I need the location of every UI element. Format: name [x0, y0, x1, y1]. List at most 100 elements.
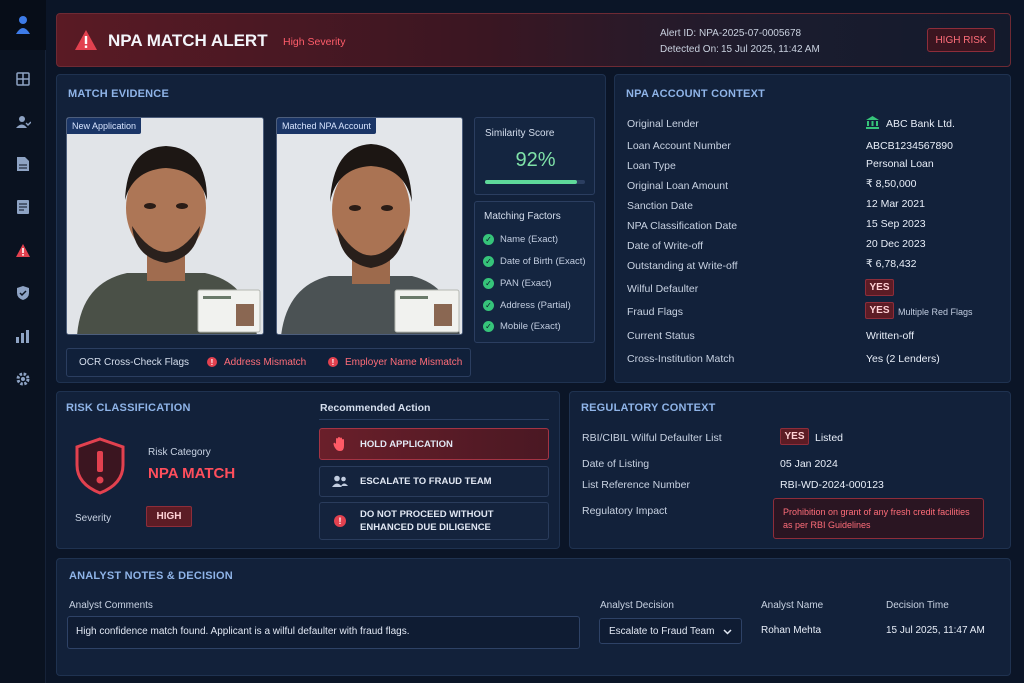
shield-check-icon[interactable] — [0, 278, 46, 308]
loan-type: Personal Loan — [866, 158, 934, 170]
wilful-list-status: Listed — [815, 432, 844, 444]
new-application-tag: New Application — [67, 118, 142, 134]
check-icon: ✓ — [483, 256, 494, 267]
new-application-photo[interactable]: New Application — [66, 117, 264, 335]
context-label: Wilful Defaulter — [627, 283, 699, 295]
check-icon: ✓ — [483, 300, 494, 311]
alert-title: NPA MATCH ALERT — [108, 31, 268, 50]
warning-triangle-icon — [74, 29, 98, 56]
ocr-flags-bar: OCR Cross-Check Flags ! Address Mismatch… — [66, 348, 471, 377]
similarity-card: Similarity Score 92% — [474, 117, 595, 195]
matched-npa-photo[interactable]: Matched NPA Account — [276, 117, 463, 335]
similarity-bar — [485, 180, 585, 184]
due-diligence-line2: ENHANCED DUE DILIGENCE — [360, 522, 491, 533]
decision-value: Escalate to Fraud Team — [609, 625, 715, 637]
app-logo[interactable] — [0, 0, 46, 50]
detected-label: Detected On: — [660, 44, 719, 55]
wilful-list-badge: YES — [780, 428, 809, 445]
matching-factors-title: Matching Factors — [484, 211, 561, 222]
factor-label: Date of Birth (Exact) — [500, 256, 586, 267]
context-label: Sanction Date — [627, 200, 693, 212]
original-loan-amount: ₹ 8,50,000 — [866, 178, 917, 190]
comments-label: Analyst Comments — [69, 600, 153, 611]
listing-date: 05 Jan 2024 — [780, 458, 838, 470]
analyst-comments-input[interactable]: High confidence match found. Applicant i… — [67, 616, 580, 649]
bank-icon — [866, 116, 879, 134]
fraud-flags-badge: YES — [865, 302, 894, 319]
bar-chart-icon[interactable] — [0, 321, 46, 351]
alert-header: NPA MATCH ALERT High Severity Alert ID: … — [56, 13, 1011, 67]
outstanding-amount: ₹ 6,78,432 — [866, 258, 917, 270]
similarity-label: Similarity Score — [485, 128, 555, 139]
decision-time-label: Decision Time — [886, 600, 949, 611]
list-document-icon[interactable] — [0, 192, 46, 222]
context-label: NPA Classification Date — [627, 220, 738, 232]
wilful-defaulter-badge: YES — [865, 279, 894, 296]
sidebar — [0, 0, 46, 683]
due-diligence-text: DO NOT PROCEED WITHOUT ENHANCED DUE DILI… — [360, 508, 494, 534]
write-off-date: 20 Dec 2023 — [866, 238, 926, 250]
hold-application-button[interactable]: HOLD APPLICATION — [319, 428, 549, 460]
check-icon: ✓ — [483, 321, 494, 332]
similarity-score: 92% — [515, 149, 556, 171]
wilful-list-label: RBI/CIBIL Wilful Defaulter List — [582, 432, 722, 444]
context-label: Cross-Institution Match — [627, 353, 735, 365]
risk-shield-icon — [74, 437, 126, 500]
context-label: Original Loan Amount — [627, 180, 728, 192]
factor-address: ✓ Address (Partial) — [483, 300, 571, 311]
recommended-action-title: Recommended Action — [320, 402, 431, 414]
escalate-fraud-team-button[interactable]: ESCALATE TO FRAUD TEAM — [319, 466, 549, 497]
factor-label: PAN (Exact) — [500, 278, 552, 289]
context-label: Outstanding at Write-off — [627, 260, 738, 272]
analyst-decision-select[interactable]: Escalate to Fraud Team — [599, 618, 742, 644]
npa-context-title: NPA ACCOUNT CONTEXT — [626, 88, 766, 100]
context-label: Loan Type — [627, 160, 676, 172]
reference-label: List Reference Number — [582, 479, 690, 491]
regulatory-title: REGULATORY CONTEXT — [581, 402, 716, 414]
factor-label: Mobile (Exact) — [500, 321, 561, 332]
factor-pan: ✓ PAN (Exact) — [483, 278, 552, 289]
severity-text: High Severity — [283, 36, 346, 48]
enhanced-due-diligence-button[interactable]: ! DO NOT PROCEED WITHOUT ENHANCED DUE DI… — [319, 502, 549, 540]
error-icon: ! — [207, 357, 217, 367]
factor-dob: ✓ Date of Birth (Exact) — [483, 256, 586, 267]
match-evidence-title: MATCH EVIDENCE — [68, 88, 169, 100]
listing-date-label: Date of Listing — [582, 458, 650, 470]
impact-label: Regulatory Impact — [582, 505, 668, 517]
similarity-bar-fill — [485, 180, 577, 184]
detected-on: 15 Jul 2025, 11:42 AM — [721, 44, 820, 55]
document-icon[interactable] — [0, 149, 46, 179]
alert-id: NPA-2025-07-0005678 — [699, 28, 802, 39]
impact-line2: as per RBI Guidelines — [783, 520, 871, 530]
risk-title: RISK CLASSIFICATION — [66, 402, 191, 414]
context-label: Fraud Flags — [627, 306, 684, 318]
error-icon: ! — [328, 357, 338, 367]
high-risk-button[interactable]: HIGH RISK — [927, 28, 995, 52]
loan-account-number: ABCB1234567890 — [866, 140, 953, 152]
context-label: Loan Account Number — [627, 140, 731, 152]
matched-npa-tag: Matched NPA Account — [277, 118, 376, 134]
npa-classification-date: 15 Sep 2023 — [866, 218, 926, 230]
impact-line1: Prohibition on grant of any fresh credit… — [783, 507, 970, 517]
factor-label: Name (Exact) — [500, 234, 559, 245]
factor-mobile: ✓ Mobile (Exact) — [483, 321, 561, 332]
analyst-comments-text: High confidence match found. Applicant i… — [76, 626, 410, 637]
due-diligence-line1: DO NOT PROCEED WITHOUT — [360, 509, 494, 520]
risk-category: NPA MATCH — [148, 465, 236, 482]
user-check-icon[interactable] — [0, 107, 46, 137]
ocr-flag-address: Address Mismatch — [224, 357, 307, 368]
ocr-flag-employer: Employer Name Mismatch — [345, 357, 463, 368]
settings-icon[interactable] — [0, 364, 46, 394]
current-status: Written-off — [866, 330, 915, 342]
dashboard-icon[interactable] — [0, 64, 46, 94]
hand-stop-icon — [320, 436, 360, 452]
context-label: Current Status — [627, 330, 695, 342]
factor-name: ✓ Name (Exact) — [483, 234, 558, 245]
alert-triangle-icon[interactable] — [0, 235, 46, 265]
reference-number: RBI-WD-2024-000123 — [780, 479, 884, 491]
analyst-name-label: Analyst Name — [761, 600, 824, 611]
check-icon: ✓ — [483, 278, 494, 289]
divider — [319, 419, 549, 420]
decision-time: 15 Jul 2025, 11:47 AM — [886, 625, 985, 636]
check-icon: ✓ — [483, 234, 494, 245]
